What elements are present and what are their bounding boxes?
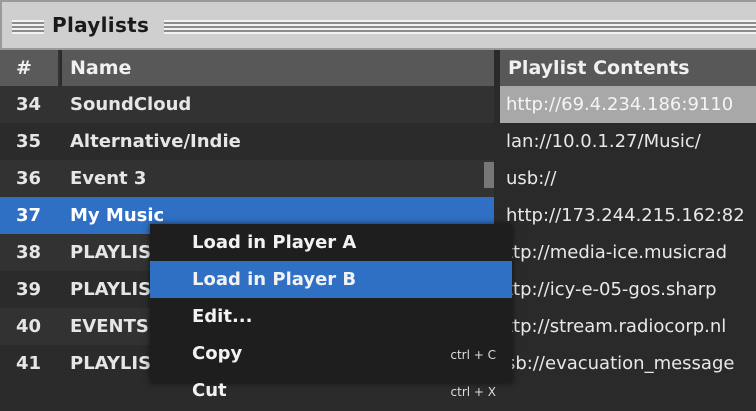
panel-title-bar[interactable]: Playlists: [0, 0, 756, 50]
row-name: Event 3: [70, 168, 147, 189]
grip-stripes-left: [12, 20, 44, 34]
row-number: 35: [16, 131, 42, 152]
list-item[interactable]: http://69.4.234.186:9110: [500, 86, 756, 123]
menu-item-label: Edit...: [192, 306, 253, 327]
list-item[interactable]: ttp://stream.radiocorp.nl: [500, 308, 756, 345]
row-number: 37: [16, 205, 42, 226]
column-header-number[interactable]: #: [0, 50, 60, 86]
menu-item-cut[interactable]: Cut ctrl + X: [150, 372, 512, 409]
row-name: PLAYLIS: [70, 242, 152, 263]
table-row[interactable]: 36 Event 3: [0, 160, 494, 197]
row-name: PLAYLIS: [70, 279, 152, 300]
menu-item-edit[interactable]: Edit...: [150, 298, 512, 335]
row-number: 40: [16, 316, 42, 337]
menu-item-shortcut: ctrl + X: [450, 385, 496, 399]
row-number: 41: [16, 353, 42, 374]
playlists-panel: Playlists # Name Playlist Contents 34 So…: [0, 0, 756, 401]
row-name: EVENTS: [70, 316, 149, 337]
context-menu: Load in Player A Load in Player B Edit..…: [150, 224, 512, 401]
panel-title: Playlists: [52, 13, 150, 37]
row-name: SoundCloud: [70, 94, 192, 115]
menu-item-copy[interactable]: Copy ctrl + C: [150, 335, 512, 372]
list-item[interactable]: http://173.244.215.162:82: [500, 197, 756, 234]
list-item[interactable]: ttp://media-ice.musicrad: [500, 234, 756, 271]
playlist-contents-list: http://69.4.234.186:9110 lan://10.0.1.27…: [500, 86, 756, 382]
list-item[interactable]: ttp://icy-e-05-gos.sharp: [500, 271, 756, 308]
table-row[interactable]: 34 SoundCloud: [0, 86, 494, 123]
list-item[interactable]: usb://: [500, 160, 756, 197]
menu-item-load-player-a[interactable]: Load in Player A: [150, 224, 512, 261]
menu-item-label: Cut: [192, 380, 227, 401]
row-name: My Music: [70, 205, 165, 226]
column-header-contents[interactable]: Playlist Contents: [500, 50, 756, 86]
list-item[interactable]: lan://10.0.1.27/Music/: [500, 123, 756, 160]
menu-item-load-player-b[interactable]: Load in Player B: [150, 261, 512, 298]
grip-stripes-right: [164, 20, 756, 34]
row-number: 34: [16, 94, 42, 115]
row-name: PLAYLIS: [70, 353, 152, 374]
menu-item-label: Copy: [192, 343, 243, 364]
row-name: Alternative/Indie: [70, 131, 241, 152]
row-number: 38: [16, 242, 42, 263]
scrollbar-thumb[interactable]: [484, 162, 494, 188]
menu-item-label: Load in Player A: [192, 232, 357, 253]
row-number: 39: [16, 279, 42, 300]
table-row[interactable]: 35 Alternative/Indie: [0, 123, 494, 160]
column-header-name[interactable]: Name: [62, 50, 494, 86]
menu-item-label: Load in Player B: [192, 269, 357, 290]
list-item[interactable]: sb://evacuation_message: [500, 345, 756, 382]
row-number: 36: [16, 168, 42, 189]
menu-item-shortcut: ctrl + C: [450, 348, 496, 362]
